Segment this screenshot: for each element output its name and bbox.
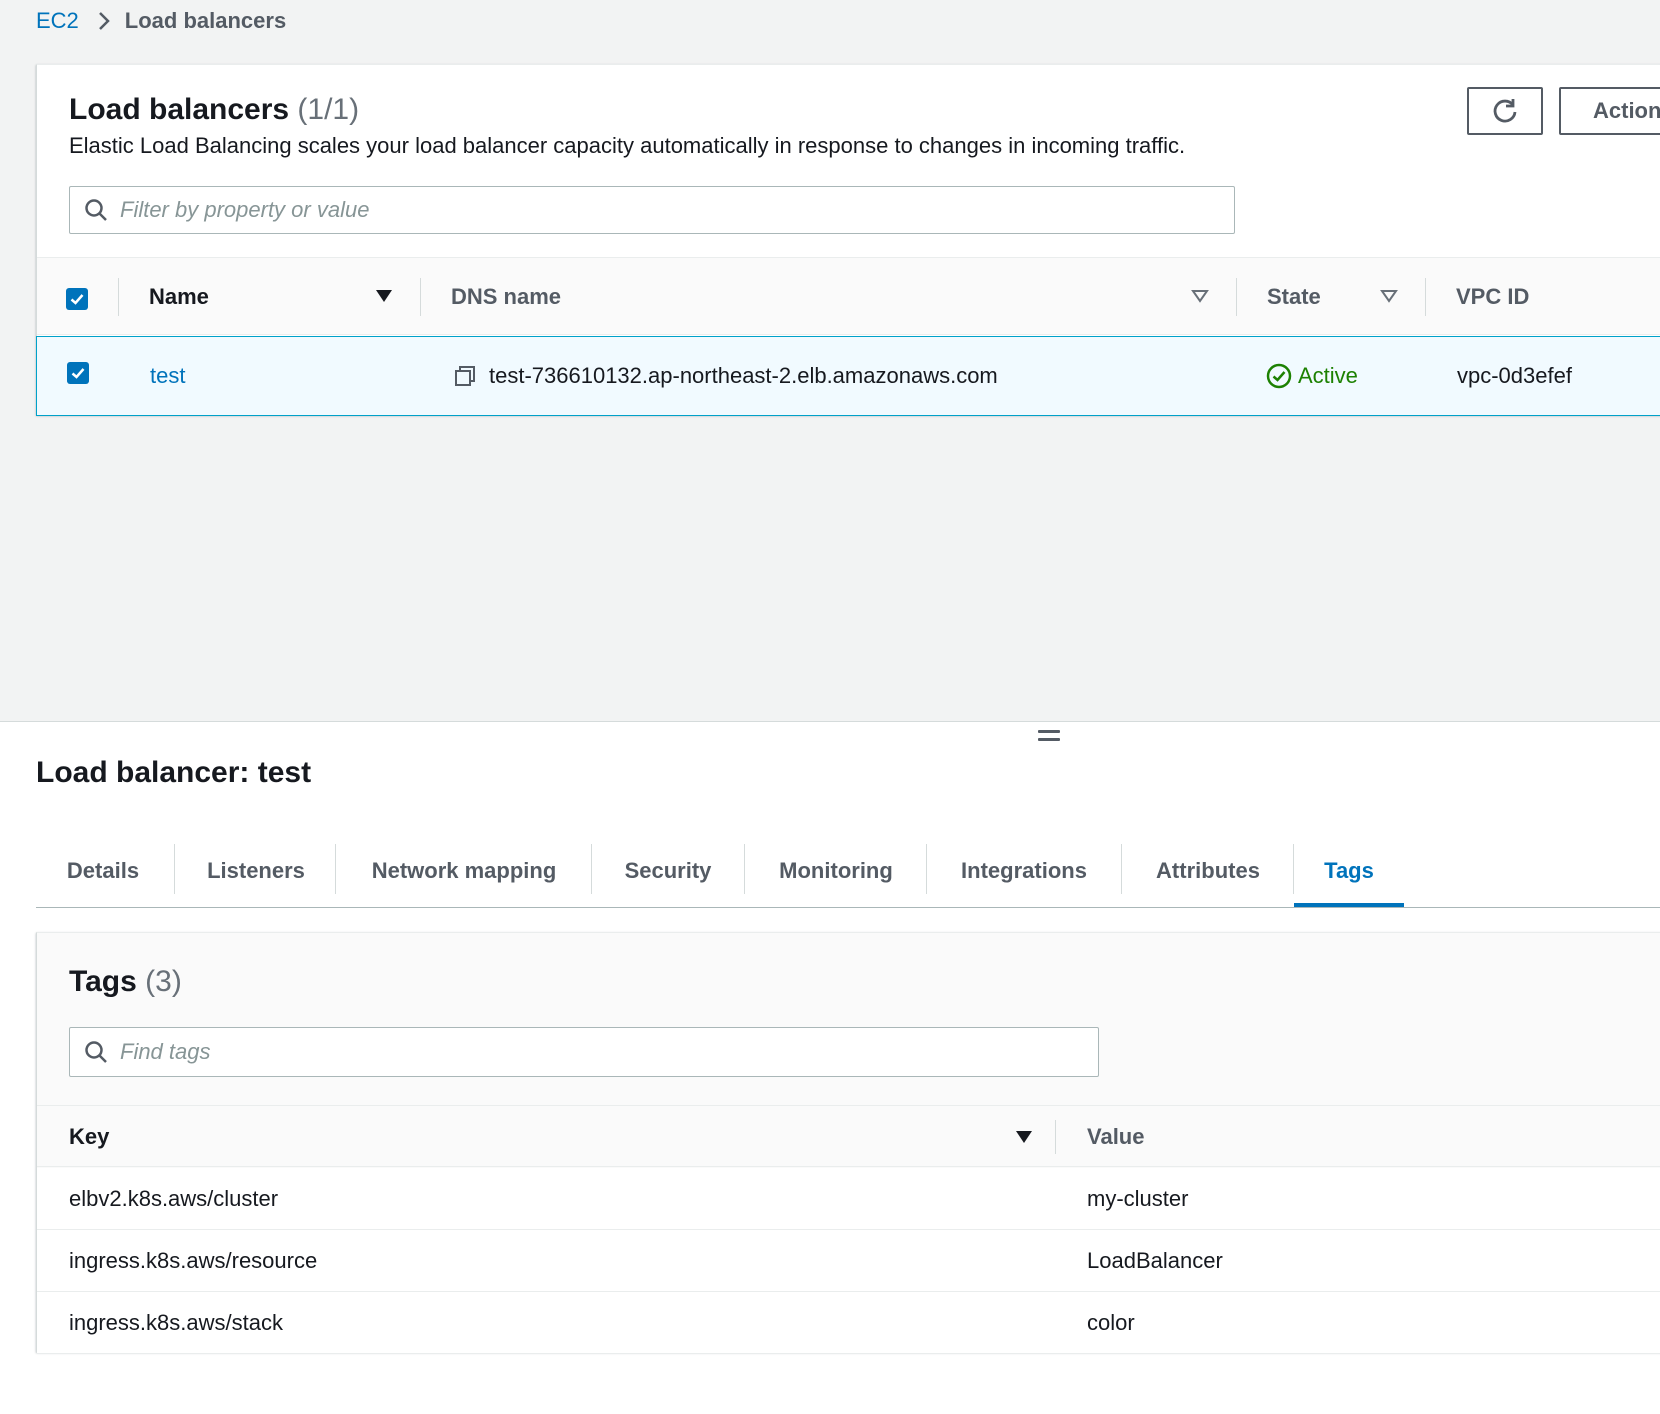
load-balancers-panel: Load balancers (1/1) Elastic Load Balanc…	[36, 64, 1660, 416]
table-row: ingress.k8s.aws/resource LoadBalancer	[37, 1230, 1660, 1292]
table-row: ingress.k8s.aws/stack color	[37, 1292, 1660, 1354]
tag-value: LoadBalancer	[1087, 1248, 1223, 1273]
tab-network-mapping[interactable]: Network mapping	[336, 836, 592, 906]
chevron-right-icon	[97, 10, 111, 32]
tags-search-input[interactable]	[120, 1039, 1033, 1065]
select-all-checkbox[interactable]	[66, 288, 88, 310]
tag-key: ingress.k8s.aws/resource	[69, 1248, 318, 1273]
tag-value: my-cluster	[1087, 1186, 1189, 1211]
panel-title-text: Load balancers	[69, 93, 290, 126]
column-header-key[interactable]: Key	[69, 1106, 109, 1168]
vpc-id-value: vpc-0d3efef	[1457, 363, 1572, 388]
tab-tags[interactable]: Tags	[1294, 836, 1404, 906]
filter-search-box[interactable]	[69, 186, 1235, 234]
active-tab-indicator	[1294, 903, 1404, 907]
refresh-button[interactable]	[1467, 87, 1543, 135]
sort-descending-icon[interactable]	[1015, 1129, 1033, 1150]
actions-button-label: Action	[1593, 98, 1660, 123]
tags-search-box[interactable]	[69, 1027, 1099, 1077]
breadcrumb-ec2-link[interactable]: EC2	[36, 8, 79, 34]
column-header-name[interactable]: Name	[149, 258, 209, 336]
column-divider	[118, 278, 119, 316]
detail-panel-title: Load balancer: test	[36, 756, 312, 789]
table-header: Name DNS name State VPC ID	[37, 257, 1660, 335]
status-success-icon	[1266, 363, 1292, 394]
panel-description: Elastic Load Balancing scales your load …	[69, 133, 1186, 158]
tab-integrations[interactable]: Integrations	[927, 836, 1121, 906]
breadcrumb: EC2 Load balancers	[36, 6, 286, 36]
column-divider	[1236, 278, 1237, 316]
sort-icon[interactable]	[1380, 288, 1398, 309]
tab-attributes[interactable]: Attributes	[1122, 836, 1294, 906]
load-balancer-name-link[interactable]: test	[150, 337, 185, 415]
breadcrumb-current: Load balancers	[124, 8, 287, 33]
state-badge: Active	[1298, 363, 1358, 388]
tag-key: ingress.k8s.aws/stack	[69, 1310, 283, 1335]
check-icon	[71, 368, 85, 379]
tab-security[interactable]: Security	[592, 836, 744, 906]
main-content-area: EC2 Load balancers Load balancers (1/1) …	[0, 0, 1660, 722]
tags-count: (3)	[145, 965, 182, 998]
column-divider	[1425, 278, 1426, 316]
search-icon	[85, 199, 107, 221]
dns-name-value: test-736610132.ap-northeast-2.elb.amazon…	[489, 363, 998, 388]
table-row: elbv2.k8s.aws/cluster my-cluster	[37, 1168, 1660, 1230]
tags-title: Tags (3)	[69, 965, 182, 999]
tags-table-header: Key Value	[37, 1105, 1660, 1167]
detail-tabs: Details Listeners Network mapping Securi…	[36, 836, 1660, 908]
tag-value: color	[1087, 1310, 1135, 1335]
copy-icon[interactable]	[454, 365, 476, 392]
column-header-vpc[interactable]: VPC ID	[1456, 258, 1529, 336]
tags-panel: Tags (3) Key Value elbv2.k8s.aws/cluster…	[36, 932, 1660, 1354]
filter-input[interactable]	[120, 197, 1155, 223]
row-checkbox[interactable]	[67, 362, 89, 384]
panel-title: Load balancers (1/1)	[69, 93, 359, 127]
tab-details[interactable]: Details	[36, 836, 170, 906]
column-header-dns[interactable]: DNS name	[451, 258, 561, 336]
table-row[interactable]: test test-736610132.ap-northeast-2.elb.a…	[36, 336, 1660, 416]
tag-key: elbv2.k8s.aws/cluster	[69, 1186, 279, 1211]
sort-descending-icon[interactable]	[375, 288, 393, 309]
split-panel-drag-handle[interactable]	[1038, 730, 1060, 746]
tab-listeners[interactable]: Listeners	[175, 836, 337, 906]
tags-title-text: Tags	[69, 965, 137, 998]
column-divider	[1055, 1120, 1056, 1154]
search-icon	[85, 1041, 107, 1063]
panel-title-count: (1/1)	[297, 93, 360, 126]
sort-icon[interactable]	[1191, 288, 1209, 309]
tab-monitoring[interactable]: Monitoring	[745, 836, 927, 906]
column-header-state[interactable]: State	[1267, 258, 1321, 336]
column-header-value[interactable]: Value	[1087, 1106, 1144, 1168]
refresh-icon	[1493, 99, 1517, 123]
column-divider	[420, 278, 421, 316]
actions-button[interactable]: Action	[1559, 87, 1660, 135]
check-icon	[70, 294, 84, 305]
